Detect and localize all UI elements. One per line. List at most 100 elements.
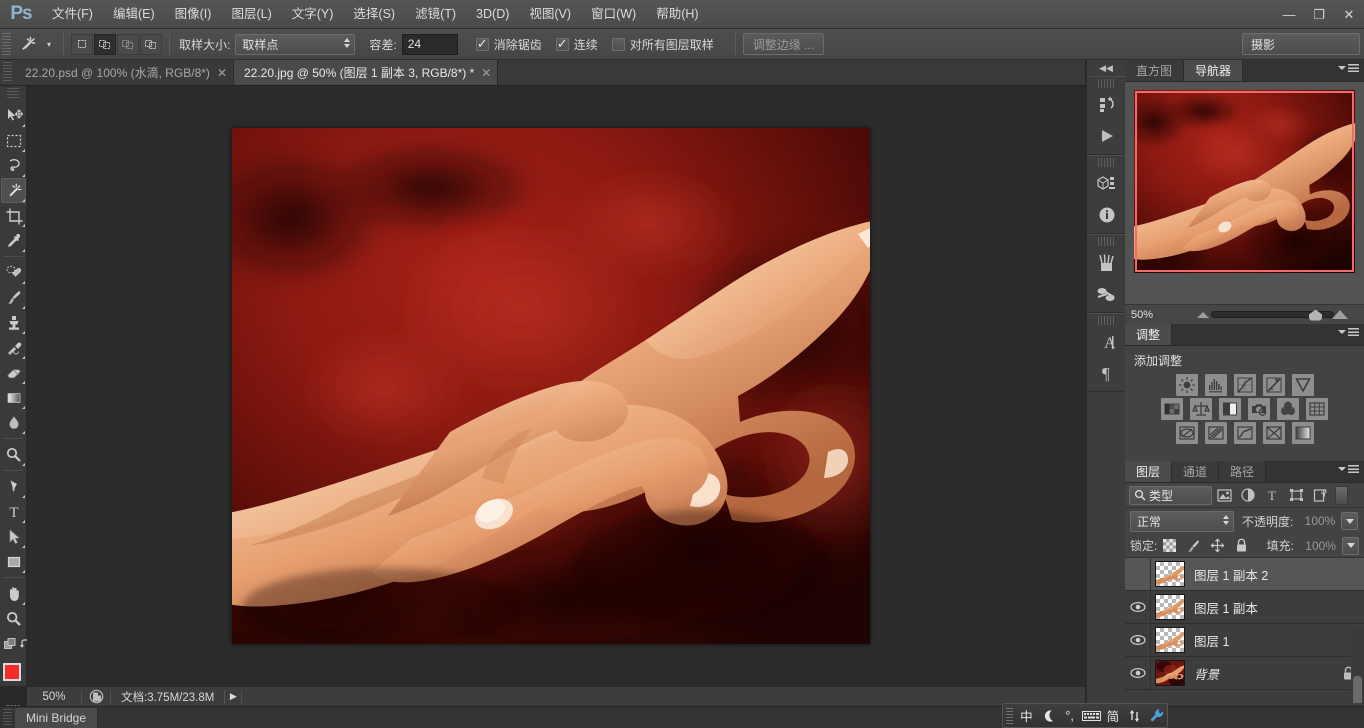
canvas-area[interactable]	[27, 86, 1085, 686]
navigator-zoom-value[interactable]: 50%	[1125, 309, 1181, 321]
navigator-view-box[interactable]	[1135, 91, 1354, 272]
dock-group-grip[interactable]	[1098, 79, 1114, 88]
clone-stamp-tool[interactable]	[1, 310, 26, 335]
intersect-selection-button[interactable]	[140, 33, 162, 55]
posterize-icon[interactable]	[1204, 422, 1227, 444]
filter-type-icon[interactable]: T	[1260, 485, 1284, 506]
brightness-contrast-icon[interactable]	[1175, 374, 1198, 396]
tab-adjustments[interactable]: 调整	[1125, 324, 1173, 345]
layer-thumbnail[interactable]	[1155, 561, 1185, 587]
tab-navigator[interactable]: 导航器	[1184, 60, 1244, 81]
minimize-button[interactable]: —	[1274, 0, 1304, 29]
zoom-out-mountain-icon[interactable]	[1197, 311, 1209, 318]
photo-filter-icon[interactable]	[1248, 398, 1270, 420]
lock-transparency-icon[interactable]	[1157, 535, 1181, 556]
panel-menu-icon[interactable]	[1338, 465, 1359, 473]
menu-image[interactable]: 图像(I)	[165, 0, 222, 29]
layer-name[interactable]: 背景	[1194, 664, 1219, 683]
sample-size-select[interactable]: 取样点	[235, 33, 356, 55]
layer-thumbnail[interactable]	[1155, 660, 1185, 686]
layer-visibility-toggle[interactable]	[1125, 656, 1151, 690]
channel-mixer-icon[interactable]	[1277, 398, 1299, 420]
ime-switch-icon[interactable]	[1124, 703, 1146, 728]
menu-3d[interactable]: 3D(D)	[466, 0, 519, 29]
gradient-map-icon[interactable]	[1291, 422, 1314, 444]
type-tool[interactable]: T	[1, 499, 26, 524]
invert-icon[interactable]	[1175, 422, 1198, 444]
panel-menu-icon[interactable]	[1338, 64, 1359, 72]
history-brush-tool[interactable]	[1, 335, 26, 360]
layer-visibility-toggle[interactable]	[1125, 557, 1151, 591]
exposure-icon[interactable]	[1262, 374, 1285, 396]
vibrance-icon[interactable]	[1291, 374, 1314, 396]
blur-tool[interactable]	[1, 410, 26, 435]
layer-thumbnail[interactable]	[1155, 627, 1185, 653]
menu-edit[interactable]: 编辑(E)	[103, 0, 165, 29]
layer-thumbnail[interactable]	[1155, 594, 1185, 620]
collapse-panels-icon[interactable]: ◀◀	[1087, 60, 1125, 76]
magic-wand-icon[interactable]	[14, 32, 42, 56]
navigator-thumbnail[interactable]	[1134, 90, 1355, 273]
layer-filter-kind-select[interactable]: 类型	[1129, 485, 1212, 505]
status-zoom-value[interactable]: 50%	[27, 691, 81, 703]
lock-position-icon[interactable]	[1205, 535, 1229, 556]
layer-name[interactable]: 图层 1	[1194, 631, 1229, 650]
table-row[interactable]: 背景	[1125, 656, 1364, 690]
tab-layers[interactable]: 图层	[1125, 461, 1173, 482]
spot-healing-tool[interactable]	[1, 260, 26, 285]
menu-file[interactable]: 文件(F)	[42, 0, 103, 29]
options-bar-grip[interactable]	[2, 33, 11, 55]
ime-toolbar[interactable]: 中 °, 简	[1002, 703, 1168, 728]
contiguous-checkbox[interactable]: 连续	[555, 36, 598, 53]
filter-pixel-icon[interactable]	[1212, 485, 1236, 506]
refine-edge-button[interactable]: 调整边缘 ...	[742, 33, 825, 55]
paragraph-icon[interactable]: ¶	[1087, 357, 1126, 388]
preview-icon[interactable]	[82, 689, 110, 704]
tools-panel-grip[interactable]	[7, 88, 19, 100]
status-arrow-icon[interactable]: ▶	[225, 691, 241, 702]
close-button[interactable]: ✕	[1334, 0, 1364, 29]
color-balance-icon[interactable]	[1190, 398, 1212, 420]
menu-help[interactable]: 帮助(H)	[646, 0, 708, 29]
tab-paths[interactable]: 路径	[1219, 461, 1267, 482]
layer-visibility-toggle[interactable]	[1125, 590, 1151, 624]
document-tab-jpg[interactable]: 22.20.jpg @ 50% (图层 1 副本 3, RGB/8*) * ✕	[234, 60, 499, 85]
eyedropper-tool[interactable]	[1, 228, 26, 253]
menu-view[interactable]: 视图(V)	[519, 0, 581, 29]
fill-dropdown-icon[interactable]	[1342, 536, 1359, 555]
ime-moon-icon[interactable]	[1037, 703, 1059, 728]
tab-histogram[interactable]: 直方图	[1125, 60, 1185, 81]
opacity-value[interactable]: 100%	[1293, 512, 1340, 530]
hue-saturation-icon[interactable]	[1161, 398, 1183, 420]
filter-toggle-icon[interactable]	[1335, 485, 1348, 505]
hand-tool[interactable]	[1, 581, 26, 606]
fill-value[interactable]: 100%	[1294, 536, 1340, 555]
black-white-icon[interactable]	[1219, 398, 1241, 420]
foreground-color-swatch[interactable]	[3, 663, 21, 681]
close-icon[interactable]: ✕	[217, 66, 227, 80]
pen-tool[interactable]	[1, 474, 26, 499]
menu-filter[interactable]: 滤镜(T)	[405, 0, 466, 29]
new-selection-button[interactable]	[71, 33, 93, 55]
menu-type[interactable]: 文字(Y)	[282, 0, 344, 29]
selective-color-icon[interactable]	[1262, 422, 1285, 444]
path-selection-tool[interactable]	[1, 524, 26, 549]
brush-presets-icon[interactable]	[1087, 247, 1126, 278]
sample-all-layers-checkbox[interactable]: 对所有图层取样	[611, 36, 714, 53]
panel-menu-icon[interactable]	[1338, 328, 1359, 336]
layer-name[interactable]: 图层 1 副本	[1194, 598, 1258, 617]
close-icon[interactable]: ✕	[481, 66, 491, 80]
menu-select[interactable]: 选择(S)	[343, 0, 405, 29]
mini-bridge-tab[interactable]: Mini Bridge	[15, 708, 99, 728]
ime-punctuation-icon[interactable]: °,	[1059, 703, 1081, 728]
lock-image-icon[interactable]	[1181, 535, 1205, 556]
character-icon[interactable]: A	[1087, 326, 1126, 357]
marquee-tool[interactable]	[1, 128, 26, 153]
blend-mode-select[interactable]: 正常	[1130, 510, 1234, 532]
dock-group-grip[interactable]	[1098, 237, 1114, 246]
ime-keyboard-icon[interactable]	[1080, 703, 1102, 728]
ime-grip[interactable]	[1006, 707, 1013, 724]
dock-group-grip[interactable]	[1098, 316, 1114, 325]
tool-preset-caret-icon[interactable]: ▾	[42, 32, 56, 56]
eraser-tool[interactable]	[1, 360, 26, 385]
